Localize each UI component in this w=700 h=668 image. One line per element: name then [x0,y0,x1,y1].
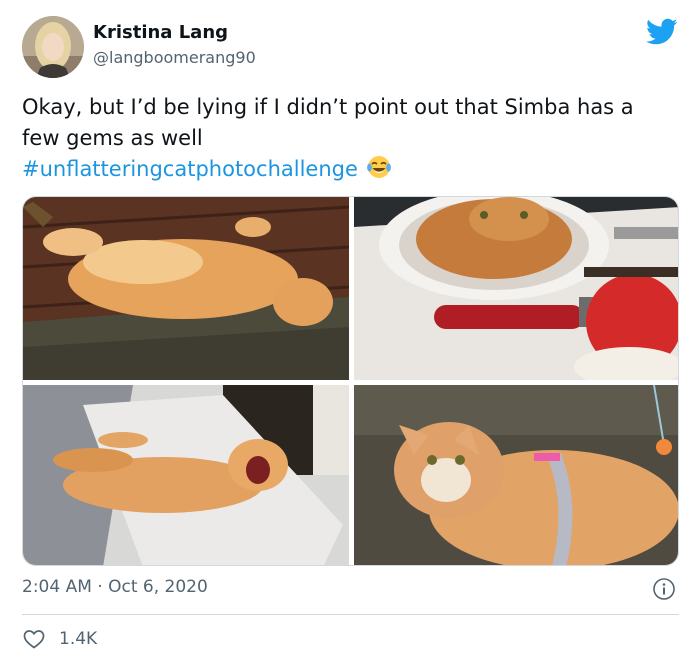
tears-of-joy-emoji-icon [367,156,391,178]
tweet-date: Oct 6, 2020 [108,577,208,597]
info-icon[interactable] [652,577,676,601]
like-count: 1.4K [59,629,98,649]
tweet-time: 2:04 AM [22,577,92,597]
hashtag-link[interactable]: #unflatteringcatphotochallenge [22,157,358,181]
user-handle[interactable]: @langboomerang90 [93,48,256,67]
divider [22,614,679,615]
photo-cat-in-sink[interactable] [354,197,678,380]
tweet-body: Okay, but I’d be lying if I didn’t point… [22,95,634,150]
tweet-text: Okay, but I’d be lying if I didn’t point… [22,92,672,185]
like-button[interactable]: 1.4K [22,625,97,653]
meta-separator: · [97,577,103,597]
avatar[interactable] [22,16,84,78]
display-name[interactable]: Kristina Lang [93,22,228,43]
twitter-bird-icon[interactable] [646,18,678,46]
photo-cat-yawning-on-bed[interactable] [23,385,349,565]
photo-cat-with-harness[interactable] [354,385,678,565]
photo-cat-on-floor[interactable] [23,197,349,380]
heart-icon [23,630,45,649]
tweet-timestamp[interactable]: 2:04 AM · Oct 6, 2020 [22,577,208,597]
media-grid [22,196,679,566]
